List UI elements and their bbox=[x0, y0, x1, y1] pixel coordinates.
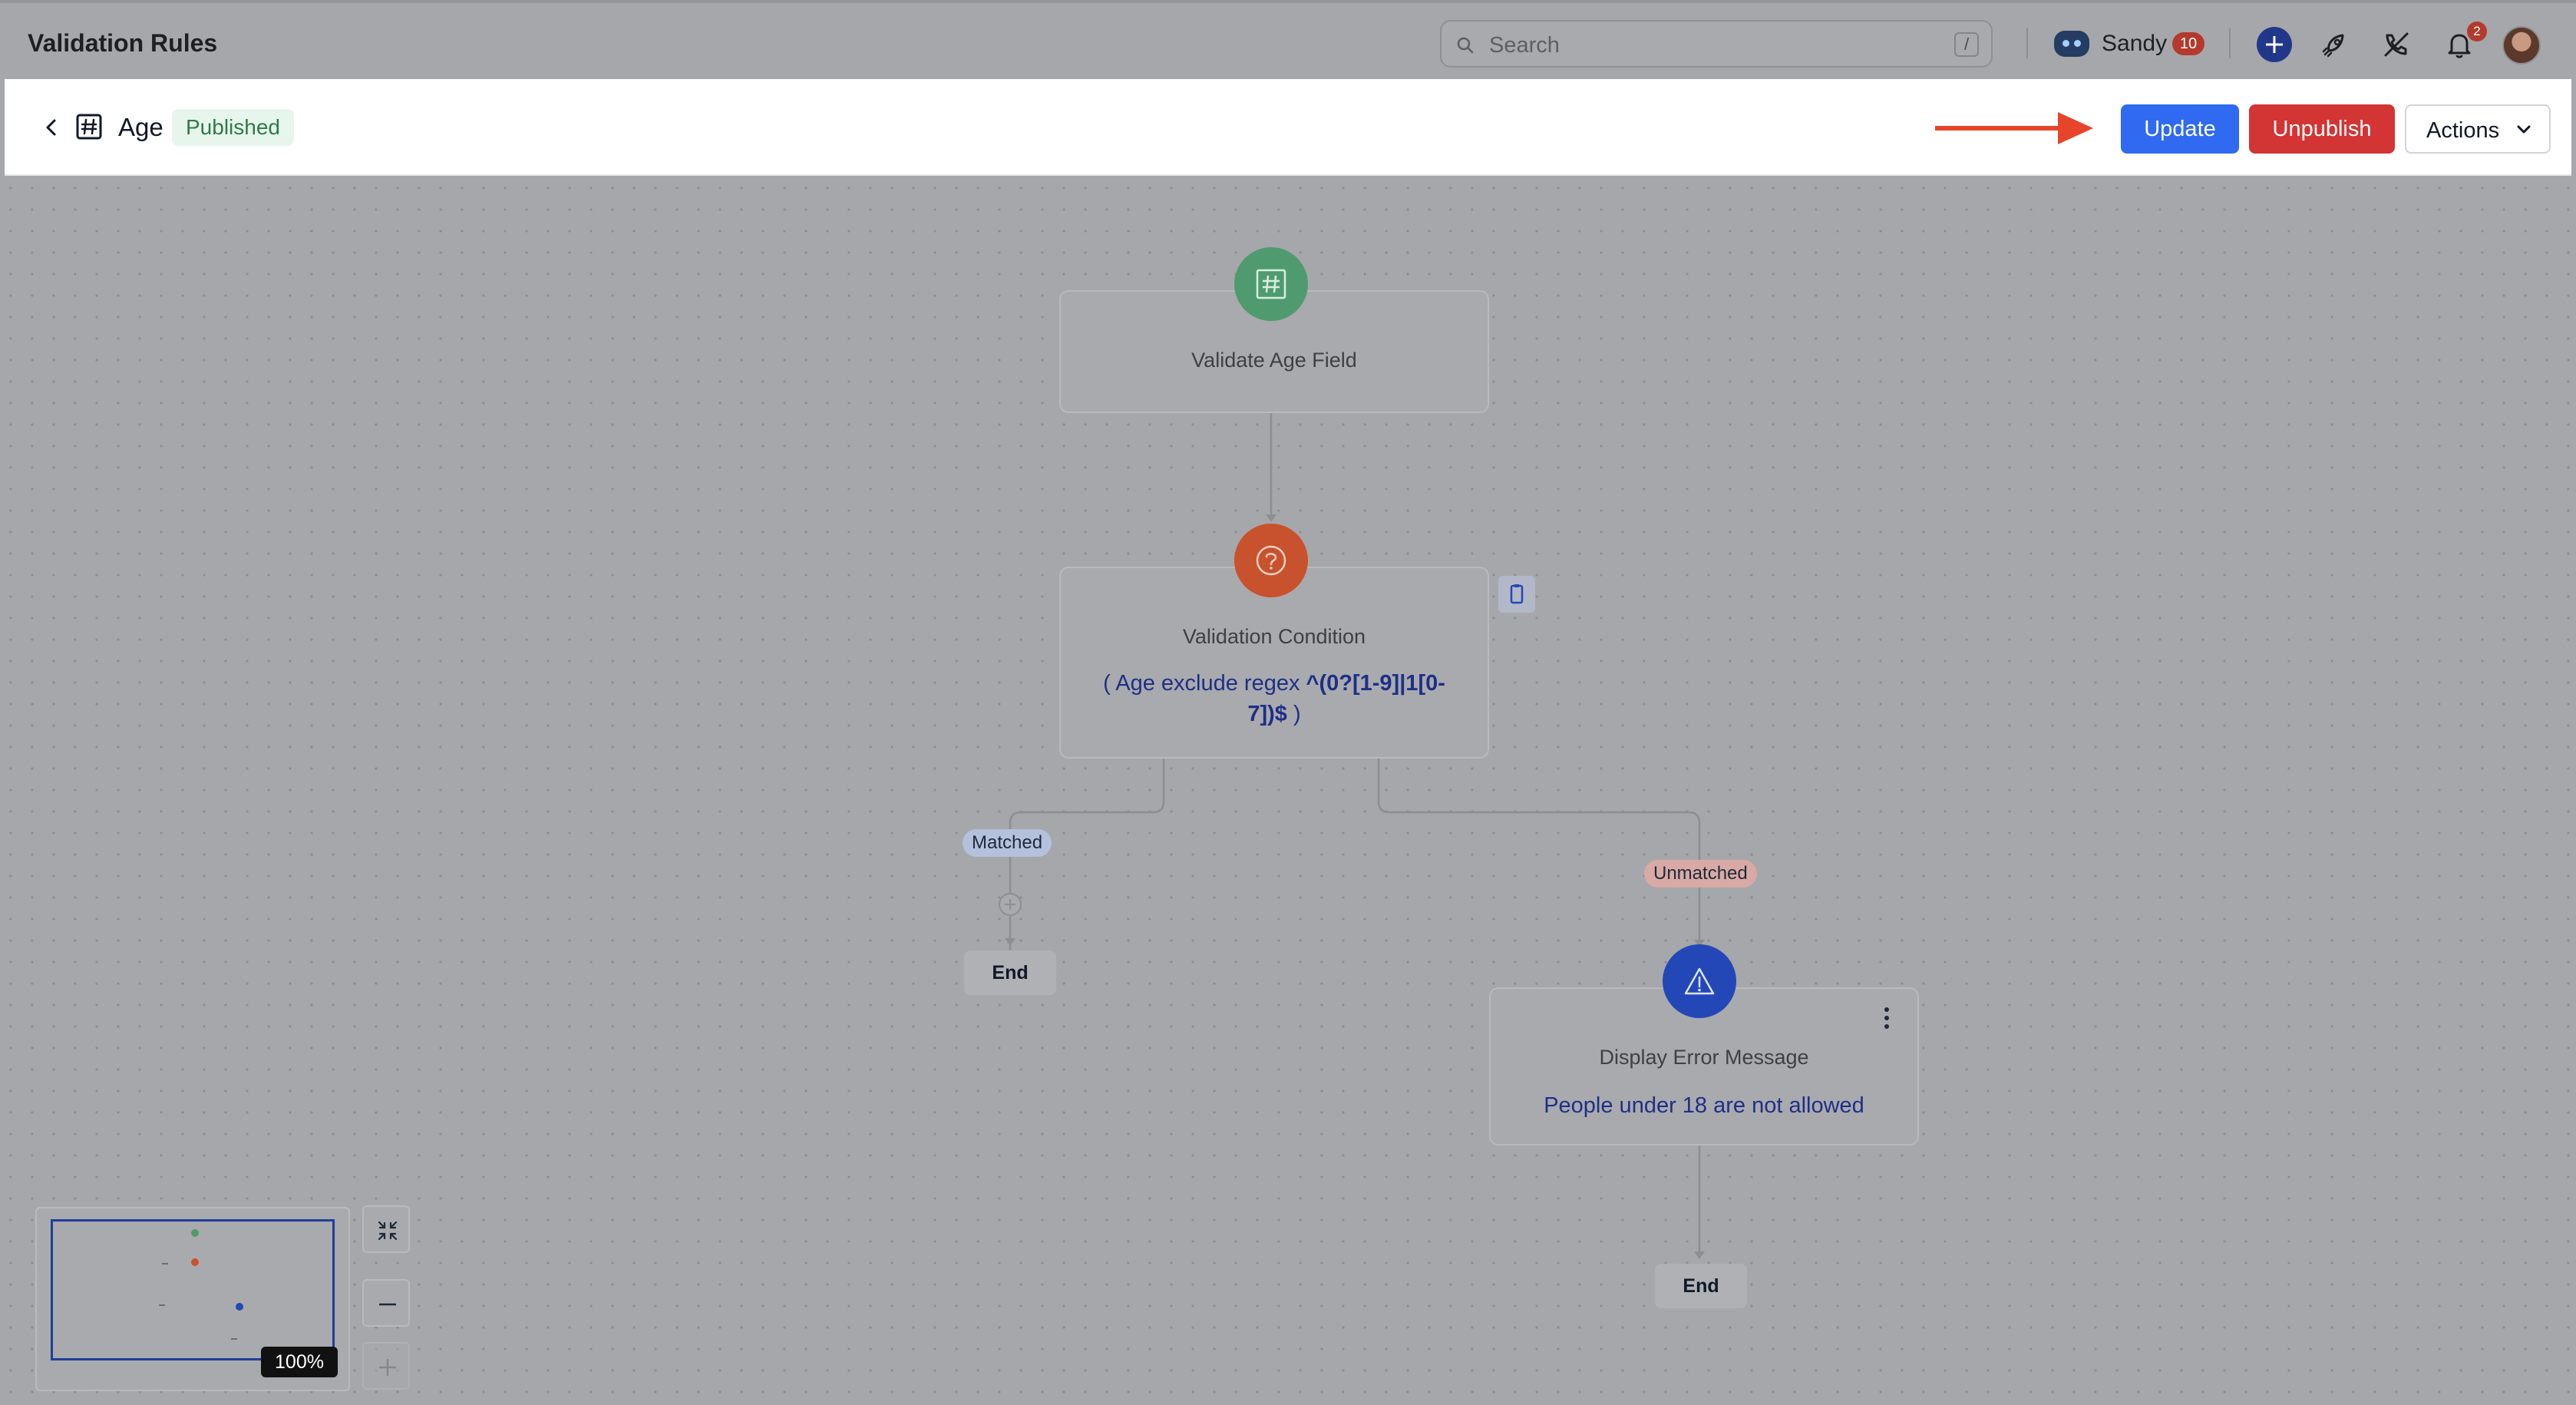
number-field-icon bbox=[76, 114, 102, 140]
matched-branch-label: Matched bbox=[963, 829, 1052, 857]
condition-node-title: Validation Condition bbox=[1182, 625, 1366, 648]
minimap-node bbox=[159, 1304, 165, 1306]
minimap-node bbox=[236, 1303, 243, 1311]
condition-field: Age bbox=[1115, 671, 1155, 696]
unmatched-branch-label: Unmatched bbox=[1644, 860, 1757, 888]
app-title: Validation Rules bbox=[28, 29, 218, 57]
chevron-down-icon bbox=[2517, 125, 2531, 134]
minimap-node bbox=[191, 1229, 199, 1237]
condition-close-paren: ) bbox=[1293, 702, 1301, 726]
minus-icon bbox=[379, 1303, 396, 1306]
divider bbox=[2229, 28, 2231, 58]
zoom-out-button[interactable] bbox=[362, 1279, 410, 1327]
top-app-bar: Validation Rules Search / Sandy 10 2 bbox=[0, 0, 2576, 79]
search-shortcut-key: / bbox=[1954, 32, 1979, 57]
avatar[interactable] bbox=[2502, 26, 2541, 64]
warning-icon bbox=[1684, 967, 1715, 995]
action-node-message: People under 18 are not allowed bbox=[1544, 1093, 1864, 1118]
copy-icon[interactable] bbox=[1498, 576, 1535, 613]
condition-expression: ( Age exclude regex ^(0?[1-9]|1[0- 7])$ … bbox=[1061, 668, 1488, 729]
notification-badge: 2 bbox=[2467, 21, 2487, 41]
search-icon bbox=[1457, 37, 1474, 54]
clipboard-icon bbox=[1510, 584, 1524, 604]
condition-value-line2: 7])$ bbox=[1247, 702, 1287, 726]
rocket-icon[interactable] bbox=[2318, 28, 2352, 61]
matched-end-node: End bbox=[964, 950, 1056, 995]
condition-value-line1: ^(0?[1-9]|1[0- bbox=[1306, 671, 1445, 696]
zoom-level: 100% bbox=[261, 1347, 338, 1377]
action-node-icon bbox=[1663, 944, 1736, 1018]
zoom-in-button[interactable] bbox=[362, 1342, 410, 1390]
user-name[interactable]: Sandy bbox=[2102, 31, 2167, 57]
action-node-title: Display Error Message bbox=[1599, 1046, 1809, 1069]
create-new-button[interactable] bbox=[2257, 27, 2292, 62]
page-title: Age bbox=[118, 113, 163, 141]
plus-icon bbox=[379, 1359, 396, 1376]
unpublish-button[interactable]: Unpublish bbox=[2249, 104, 2395, 154]
unmatched-end-node: End bbox=[1655, 1264, 1747, 1308]
minimap-node bbox=[231, 1338, 237, 1340]
phone-off-icon[interactable] bbox=[2379, 28, 2413, 61]
condition-operator: exclude regex bbox=[1161, 671, 1300, 696]
trigger-node-icon bbox=[1234, 247, 1308, 321]
add-step-icon[interactable] bbox=[999, 893, 1022, 916]
back-chevron-icon[interactable] bbox=[40, 116, 63, 139]
condition-open-paren: ( bbox=[1103, 671, 1111, 696]
divider bbox=[2026, 28, 2028, 58]
actions-label: Actions bbox=[2426, 118, 2500, 143]
condition-node-icon bbox=[1234, 524, 1308, 597]
hash-icon bbox=[1256, 269, 1286, 299]
fit-view-button[interactable] bbox=[362, 1205, 410, 1253]
actions-dropdown[interactable]: Actions bbox=[2405, 104, 2551, 154]
rule-header: Age Published Update Unpublish Actions bbox=[5, 79, 2571, 176]
search-placeholder: Search bbox=[1489, 33, 1560, 58]
minimap-viewport[interactable] bbox=[51, 1219, 335, 1360]
minimap-node bbox=[162, 1263, 168, 1264]
trigger-node-title: Validate Age Field bbox=[1191, 349, 1357, 372]
more-options-icon[interactable] bbox=[1878, 1004, 1896, 1032]
annotation-arrow-icon bbox=[1935, 112, 2093, 144]
minimap-node bbox=[191, 1258, 199, 1266]
collapse-icon bbox=[378, 1221, 398, 1241]
search-input[interactable]: Search / bbox=[1440, 20, 1993, 68]
status-badge: Published bbox=[172, 109, 294, 146]
minimap[interactable]: 100% bbox=[35, 1207, 350, 1391]
question-icon bbox=[1256, 545, 1286, 576]
update-button[interactable]: Update bbox=[2121, 104, 2239, 154]
assistant-bot-icon[interactable] bbox=[2054, 31, 2089, 57]
user-count-badge: 10 bbox=[2172, 32, 2204, 55]
